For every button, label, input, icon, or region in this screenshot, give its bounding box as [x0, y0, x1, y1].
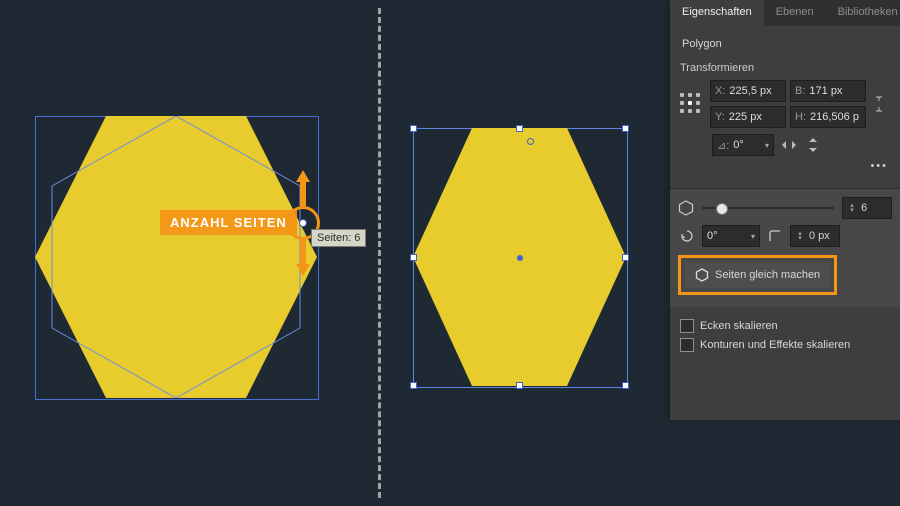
tab-layers[interactable]: Ebenen [764, 0, 826, 26]
selection-handle[interactable] [622, 125, 629, 132]
comparison-divider [378, 8, 381, 498]
annotation-sides-label: ANZAHL SEITEN [160, 210, 297, 235]
scale-strokes-checkbox[interactable]: Konturen und Effekte skalieren [680, 338, 890, 352]
selection-handle[interactable] [622, 382, 629, 389]
tab-properties[interactable]: Eigenschaften [670, 0, 764, 26]
panel-tabs: Eigenschaften Ebenen Bibliotheken [670, 0, 900, 26]
make-sides-equal-button[interactable]: Seiten gleich machen [685, 262, 830, 288]
sides-slider[interactable] [702, 201, 834, 215]
live-shape-widget[interactable] [527, 138, 534, 145]
tab-libraries[interactable]: Bibliotheken [826, 0, 900, 26]
more-options-icon[interactable]: ••• [680, 156, 890, 172]
polygon-options-section: ▴▾ 6 0°▾ ▴▾ 0 px Seiten gleich machen [670, 188, 900, 307]
properties-panel: Eigenschaften Ebenen Bibliotheken Polygo… [670, 0, 900, 420]
flip-vertical-icon[interactable] [804, 136, 822, 154]
rotate-icon [678, 227, 696, 245]
transform-heading: Transformieren [680, 60, 890, 80]
drag-arrow-up-icon [296, 170, 310, 206]
polygon-shape-left[interactable] [35, 116, 317, 398]
scale-corners-checkbox[interactable]: Ecken skalieren [680, 319, 890, 333]
width-field[interactable]: B:171 px [790, 80, 866, 102]
height-field[interactable]: H:216,506 p [790, 106, 866, 128]
rotate-field[interactable]: ⊿:0° ▾ [712, 134, 774, 156]
selection-handle[interactable] [622, 254, 629, 261]
h-value: 216,506 p [810, 111, 859, 123]
reference-point-selector[interactable] [680, 93, 702, 115]
flip-horizontal-icon[interactable] [780, 136, 798, 154]
lock-aspect-icon[interactable] [870, 95, 888, 113]
selection-handle[interactable] [410, 125, 417, 132]
polygon-sides-icon [678, 200, 694, 216]
w-value: 171 px [809, 85, 842, 97]
sides-count-field[interactable]: ▴▾ 6 [842, 197, 892, 219]
center-point[interactable] [517, 255, 523, 261]
x-value: 225,5 px [729, 85, 771, 97]
shape-rotate-field[interactable]: 0°▾ [702, 225, 760, 247]
selection-handle[interactable] [516, 125, 523, 132]
annotation-highlight-box: Seiten gleich machen [678, 255, 837, 295]
selection-handle[interactable] [410, 382, 417, 389]
y-field[interactable]: Y:225 px [710, 106, 786, 128]
selection-handle[interactable] [516, 382, 523, 389]
x-field[interactable]: X:225,5 px [710, 80, 786, 102]
selected-shape-name: Polygon [680, 34, 890, 60]
polygon-icon [695, 268, 709, 282]
corner-radius-field[interactable]: ▴▾ 0 px [790, 225, 840, 247]
selection-handle[interactable] [410, 254, 417, 261]
drag-arrow-down-icon [296, 240, 310, 276]
canvas-area[interactable]: ANZAHL SEITEN Seiten: 6 [0, 0, 670, 506]
y-value: 225 px [729, 111, 762, 123]
tooltip-sides: Seiten: 6 [311, 229, 366, 247]
corner-type-icon[interactable] [766, 227, 784, 245]
